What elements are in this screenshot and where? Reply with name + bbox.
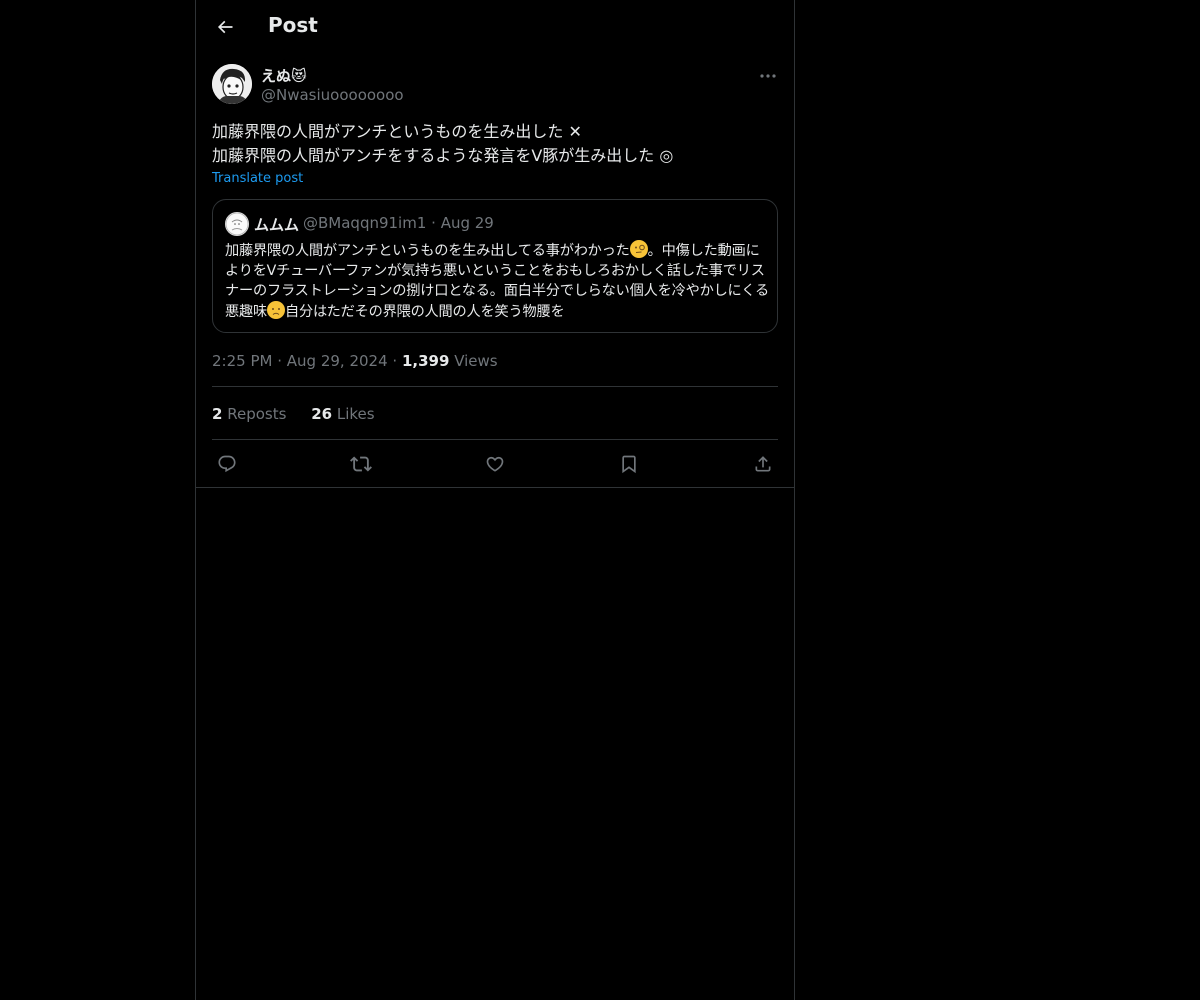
post-time[interactable]: 2:25 PM [212,352,272,370]
reposts-stat[interactable]: 2 Reposts [212,405,286,423]
quoted-text-part-1: 加藤界隈の人間がアンチというものを生み出してる事がわかった [225,243,630,259]
more-dots-icon [760,74,776,78]
post-text-line-1: 加藤界隈の人間がアンチというものを生み出した ✕ [212,122,582,141]
action-bar [212,449,778,479]
quoted-author-avatar [225,212,249,236]
post-meta: 2:25 PM · Aug 29, 2024 · 1,399 Views [212,352,498,370]
divider [212,439,778,440]
reposts-count: 2 [212,405,223,423]
meta-separator: · [277,352,287,370]
post-text: 加藤界隈の人間がアンチというものを生み出した ✕ 加藤界隈の人間がアンチをするよ… [212,120,778,168]
author-handle[interactable]: @Nwasiuoooooooo [261,86,404,104]
monocle-face-emoji-icon [629,240,648,258]
top-bar: Post [196,0,794,54]
repost-icon [350,456,372,472]
quoted-author-handle: @BMaqqn91im1 [303,214,427,232]
reply-icon [218,455,236,473]
heart-icon [486,456,504,472]
author-avatar[interactable] [212,64,252,104]
translate-post-link[interactable]: Translate post [212,171,303,186]
likes-stat[interactable]: 26 Likes [311,405,374,423]
share-icon [755,456,771,472]
reposts-label: Reposts [227,405,287,423]
avatar-sketch-icon [225,212,249,236]
meta-separator: · [392,352,402,370]
quoted-text-part-3: 自分はただその界隈の人間の人を笑う物腰を [284,304,565,320]
reply-button[interactable] [212,449,242,479]
post-stats: 2 Reposts 26 Likes [212,405,395,423]
avatar-manga-face-icon [212,64,252,104]
views-label: Views [454,352,498,370]
quoted-post-text: 加藤界隈の人間がアンチというものを生み出してる事がわかった 。中傷した動画によりを… [225,240,770,322]
bookmark-icon [622,455,636,474]
divider [212,386,778,387]
back-button[interactable] [208,10,242,44]
worried-face-emoji-icon [266,301,285,319]
likes-count: 26 [311,405,333,423]
page-title: Post [268,13,318,37]
main-column: Post えぬ😻 @Nwasiuoooooooo 加藤界隈の人間がアンチというも… [195,0,795,1000]
quoted-author-meta: @BMaqqn91im1 · Aug 29 [303,214,494,232]
post-date[interactable]: Aug 29, 2024 [287,352,388,370]
views-count: 1,399 [401,352,450,370]
author-name[interactable]: えぬ😻 [261,65,307,86]
repost-button[interactable] [346,449,376,479]
quoted-post[interactable]: ムムム @BMaqqn91im1 · Aug 29 加藤界隈の人間がアンチという… [212,199,778,333]
more-button[interactable] [758,66,778,86]
share-button[interactable] [748,449,778,479]
arrow-left-icon [217,20,233,34]
quoted-author-name: ムムム [254,216,300,234]
post-bottom-divider [196,487,794,488]
bookmark-button[interactable] [614,449,644,479]
like-button[interactable] [480,449,510,479]
post-text-line-2: 加藤界隈の人間がアンチをするような発言をV豚が生み出した ◎ [212,146,674,165]
quoted-post-date: Aug 29 [440,214,494,232]
likes-label: Likes [336,405,375,423]
